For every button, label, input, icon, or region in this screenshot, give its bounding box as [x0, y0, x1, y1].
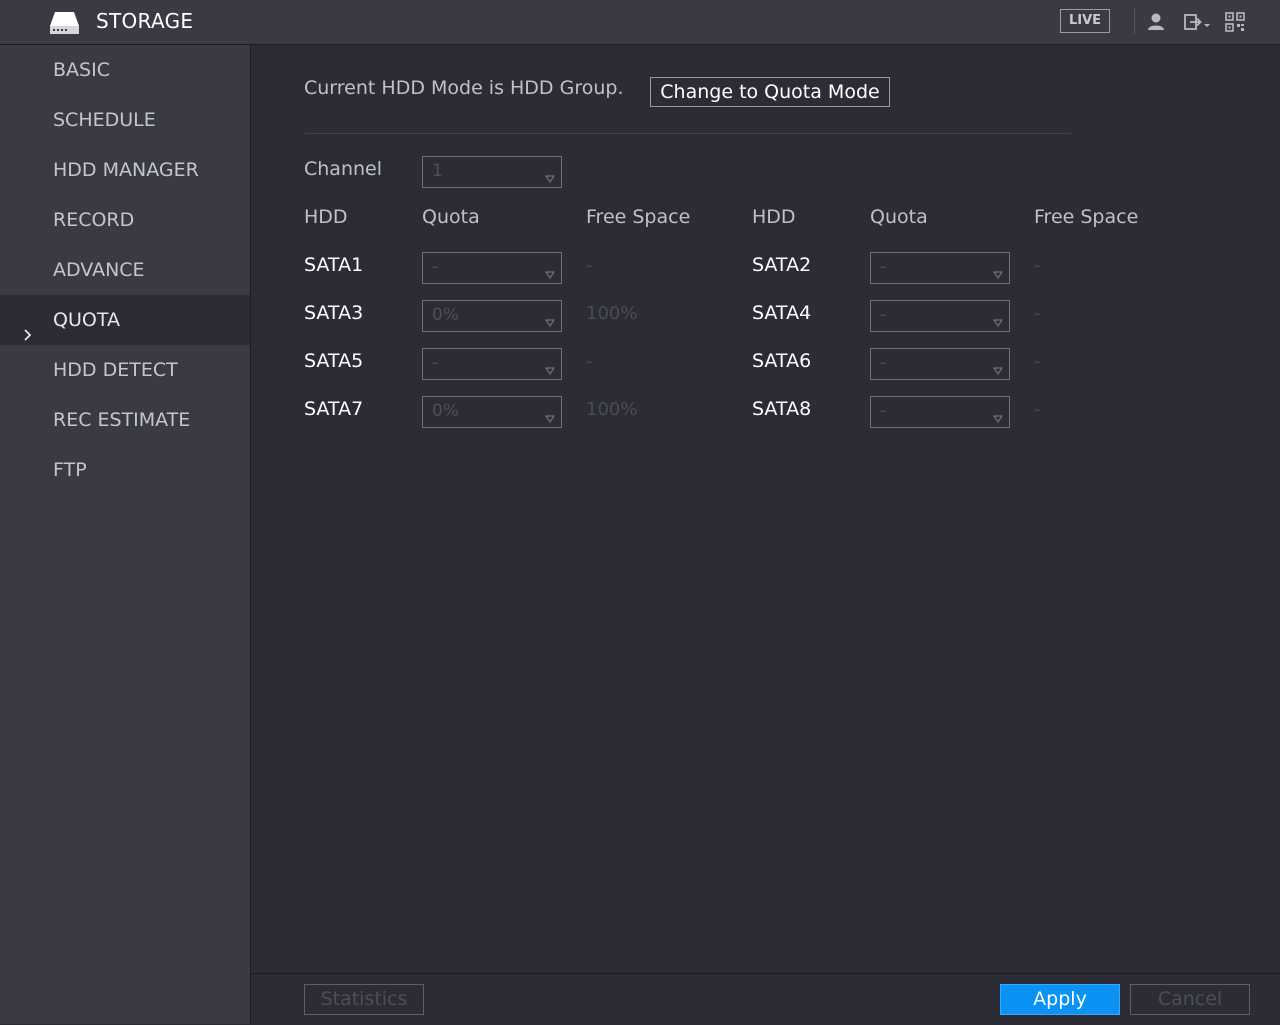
apply-button[interactable]: Apply: [1000, 984, 1120, 1015]
quota-select[interactable]: -: [870, 396, 1010, 428]
storage-drive-icon: [49, 10, 80, 36]
divider: [305, 133, 1071, 134]
sidebar-item-schedule[interactable]: SCHEDULE: [0, 95, 250, 145]
hdd-name: SATA4: [752, 302, 812, 324]
sidebar-item-label: RECORD: [53, 209, 135, 231]
free-space-value: -: [586, 351, 593, 372]
quota-select-value: -: [880, 401, 887, 421]
sidebar-item-hdd-detect[interactable]: HDD DETECT: [0, 345, 250, 395]
user-icon[interactable]: [1146, 12, 1166, 32]
sidebar-item-label: HDD DETECT: [53, 359, 178, 381]
dropdown-arrow-icon: [992, 360, 1004, 376]
hdd-name: SATA6: [752, 350, 812, 372]
dropdown-arrow-icon: [544, 408, 556, 424]
channel-label: Channel: [304, 158, 383, 180]
free-space-value: -: [1034, 399, 1041, 420]
free-space-column-header: Free Space: [1034, 206, 1139, 228]
quota-select[interactable]: -: [422, 348, 562, 380]
free-space-value: -: [1034, 255, 1041, 276]
dropdown-arrow-icon: [544, 312, 556, 328]
sidebar-item-label: QUOTA: [53, 309, 120, 331]
sidebar-item-quota[interactable]: QUOTA: [0, 295, 250, 345]
hdd-name: SATA5: [304, 350, 364, 372]
chevron-right-icon: [22, 312, 34, 341]
footer-bar: Statistics Apply Cancel: [251, 973, 1280, 1025]
sidebar-item-ftp[interactable]: FTP: [0, 445, 250, 495]
change-to-quota-mode-button[interactable]: Change to Quota Mode: [650, 77, 890, 107]
qr-code-icon[interactable]: [1225, 12, 1245, 32]
hdd-mode-text: Current HDD Mode is HDD Group.: [304, 77, 624, 99]
dropdown-arrow-icon: [544, 168, 556, 184]
cancel-button[interactable]: Cancel: [1130, 984, 1250, 1015]
quota-select-value: 0%: [432, 305, 459, 325]
channel-select-value: 1: [432, 161, 443, 181]
hdd-column-header: HDD: [752, 206, 796, 228]
sidebar-item-label: ADVANCE: [53, 259, 145, 281]
live-button[interactable]: LIVE: [1060, 9, 1110, 33]
sidebar-item-record[interactable]: RECORD: [0, 195, 250, 245]
dropdown-arrow-icon: [544, 360, 556, 376]
channel-select[interactable]: 1: [422, 156, 562, 188]
toolbar-divider: [1134, 8, 1135, 34]
quota-select-value: -: [880, 353, 887, 373]
quota-column-header: Quota: [422, 206, 480, 228]
quota-select[interactable]: -: [870, 300, 1010, 332]
quota-select-value: -: [432, 257, 439, 277]
hdd-name: SATA3: [304, 302, 364, 324]
free-space-column-header: Free Space: [586, 206, 691, 228]
quota-select-value: -: [880, 305, 887, 325]
statistics-button[interactable]: Statistics: [304, 984, 424, 1015]
free-space-value: -: [1034, 303, 1041, 324]
free-space-value: -: [586, 255, 593, 276]
hdd-name: SATA7: [304, 398, 364, 420]
hdd-name: SATA1: [304, 254, 364, 276]
page-title: STORAGE: [96, 9, 194, 33]
quota-column-header: Quota: [870, 206, 928, 228]
sidebar-item-label: BASIC: [53, 59, 110, 81]
free-space-value: 100%: [586, 303, 638, 324]
sidebar-item-label: HDD MANAGER: [53, 159, 199, 181]
dropdown-arrow-icon: [992, 312, 1004, 328]
sidebar-item-hdd-manager[interactable]: HDD MANAGER: [0, 145, 250, 195]
quota-select[interactable]: 0%: [422, 396, 562, 428]
free-space-value: -: [1034, 351, 1041, 372]
dropdown-arrow-icon: [544, 264, 556, 280]
sidebar-item-label: REC ESTIMATE: [53, 409, 191, 431]
sidebar-item-advance[interactable]: ADVANCE: [0, 245, 250, 295]
quota-select[interactable]: -: [422, 252, 562, 284]
hdd-name: SATA2: [752, 254, 812, 276]
sidebar-item-basic[interactable]: BASIC: [0, 45, 250, 95]
main-panel: Current HDD Mode is HDD Group. Change to…: [251, 45, 1280, 973]
quota-select-value: -: [880, 257, 887, 277]
sidebar: BASIC SCHEDULE HDD MANAGER RECORD ADVANC…: [0, 45, 251, 1024]
logout-icon[interactable]: [1183, 12, 1213, 32]
hdd-name: SATA8: [752, 398, 812, 420]
quota-select-value: -: [432, 353, 439, 373]
quota-select[interactable]: -: [870, 348, 1010, 380]
quota-select-value: 0%: [432, 401, 459, 421]
dropdown-arrow-icon: [992, 408, 1004, 424]
hdd-column-header: HDD: [304, 206, 348, 228]
sidebar-item-label: SCHEDULE: [53, 109, 156, 131]
sidebar-item-rec-estimate[interactable]: REC ESTIMATE: [0, 395, 250, 445]
quota-select[interactable]: 0%: [422, 300, 562, 332]
free-space-value: 100%: [586, 399, 638, 420]
top-bar: STORAGE LIVE: [0, 0, 1280, 45]
sidebar-item-label: FTP: [53, 459, 87, 481]
dropdown-arrow-icon: [992, 264, 1004, 280]
quota-select[interactable]: -: [870, 252, 1010, 284]
